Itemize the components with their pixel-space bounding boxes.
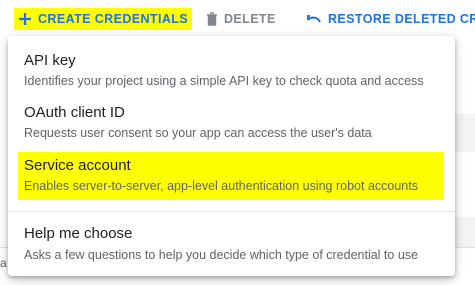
menu-item-service-account[interactable]: Service account Enables server-to-server…	[18, 152, 444, 200]
menu-item-title: OAuth client ID	[24, 104, 125, 121]
delete-button[interactable]: DELETE	[206, 8, 276, 30]
delete-label: DELETE	[224, 12, 276, 26]
menu-item-help-me-choose[interactable]: Help me choose Asks a few questions to h…	[16, 219, 447, 267]
menu-item-oauth-client-id[interactable]: OAuth client ID Requests user consent so…	[16, 98, 447, 144]
create-credentials-button[interactable]: CREATE CREDENTIALS	[14, 8, 193, 30]
background-table-row	[455, 217, 475, 247]
menu-item-title: Help me choose	[24, 225, 133, 242]
menu-item-description: Asks a few questions to help you decide …	[24, 248, 418, 262]
menu-item-description: Enables server-to-server, app-level auth…	[24, 179, 418, 193]
menu-item-title: Service account	[24, 157, 131, 174]
plus-icon	[18, 12, 32, 26]
menu-item-description: Requests user consent so your app can ac…	[24, 126, 372, 140]
create-credentials-label: CREATE CREDENTIALS	[38, 12, 189, 26]
undo-icon	[306, 13, 322, 25]
restore-deleted-credentials-button[interactable]: RESTORE DELETED CRED	[306, 8, 475, 30]
menu-item-api-key[interactable]: API key Identifies your project using a …	[16, 46, 447, 92]
create-credentials-menu: API key Identifies your project using a …	[8, 36, 455, 276]
trash-icon	[206, 12, 218, 26]
menu-divider	[8, 211, 455, 212]
restore-deleted-credentials-label: RESTORE DELETED CRED	[328, 12, 475, 26]
background-table-row	[455, 114, 475, 152]
toolbar: CREATE CREDENTIALS DELETE RESTORE DELETE…	[0, 0, 475, 36]
background-text: a	[0, 256, 7, 270]
menu-item-title: API key	[24, 52, 76, 69]
menu-item-description: Identifies your project using a simple A…	[24, 74, 424, 88]
